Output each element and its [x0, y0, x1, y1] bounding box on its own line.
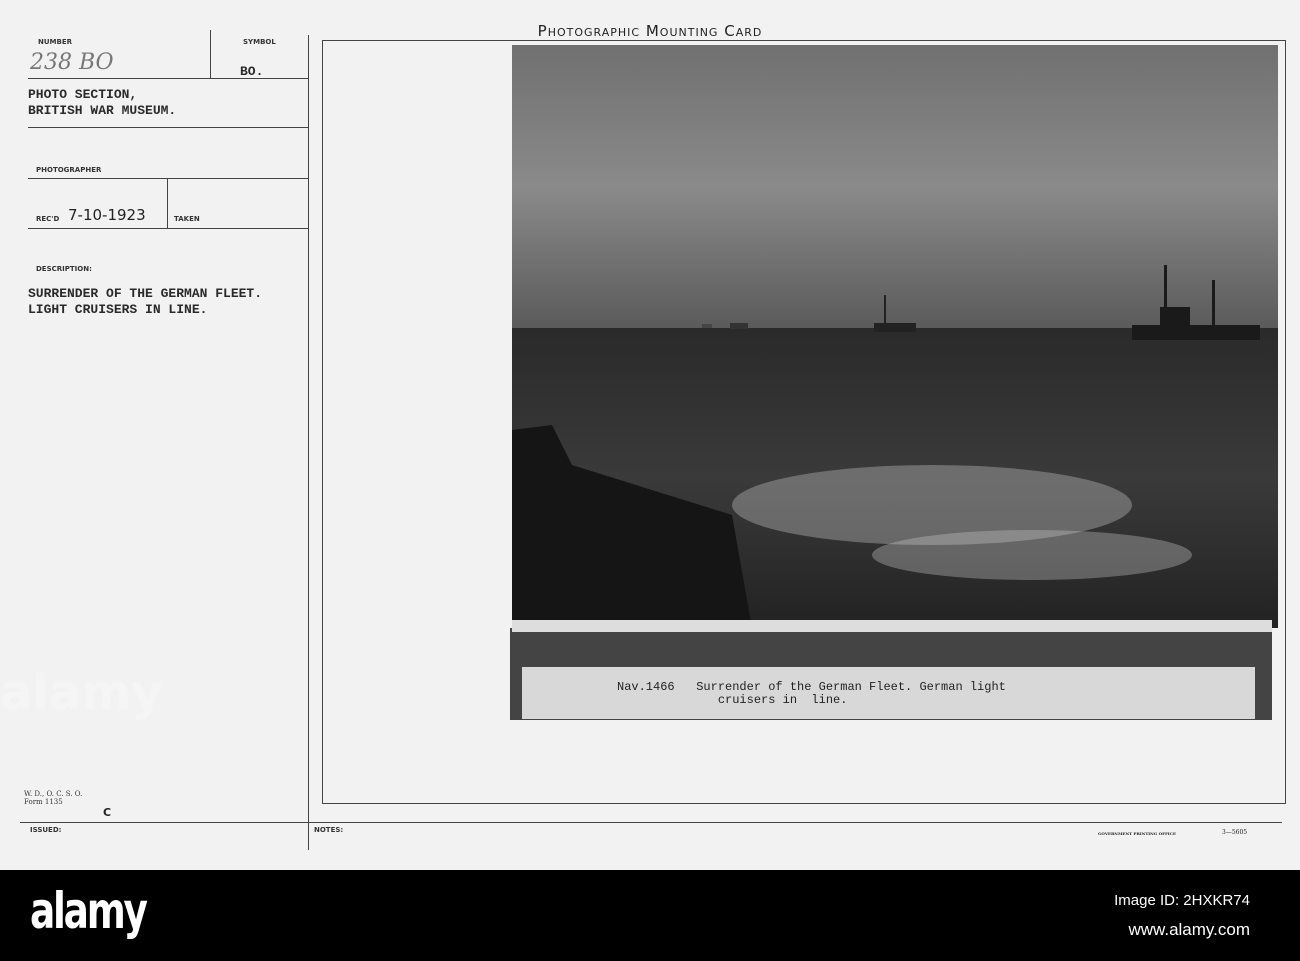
source-text: PHOTO SECTION, BRITISH WAR MUSEUM.	[28, 87, 177, 118]
description-label: DESCRIPTION:	[36, 265, 92, 273]
ships-at-sea-photo	[512, 45, 1278, 628]
number-value: 238 BO	[30, 50, 114, 75]
photograph	[512, 45, 1278, 628]
photo-caption: Nav.1466 Surrender of the German Fleet. …	[617, 680, 1006, 707]
recd-date: 7-10-1923	[68, 206, 146, 224]
form-number: W. D., O. C. S. O. Form 1135	[24, 790, 83, 806]
photographer-label: PHOTOGRAPHER	[36, 166, 102, 174]
issued-label: ISSUED:	[30, 826, 62, 834]
watermark: alamy	[0, 665, 163, 721]
image-id: Image ID: 2HXKR74	[1114, 892, 1250, 909]
recd-label: REC'D	[36, 215, 60, 223]
form-letter: C	[103, 806, 112, 819]
card-title: Photographic Mounting Card	[537, 22, 763, 40]
printer-code: 3—5605	[1222, 829, 1248, 836]
description-text: SURRENDER OF THE GERMAN FLEET. LIGHT CRU…	[28, 286, 263, 317]
alamy-url[interactable]: www.alamy.com	[1128, 920, 1250, 940]
symbol-label: SYMBOL	[243, 38, 276, 46]
taken-label: TAKEN	[174, 215, 200, 223]
alamy-logo: alamy	[30, 882, 148, 940]
caption-box: Nav.1466 Surrender of the German Fleet. …	[522, 667, 1255, 719]
notes-label: NOTES:	[314, 826, 344, 834]
printer-text: GOVERNMENT PRINTING OFFICE	[1098, 831, 1176, 836]
number-label: NUMBER	[38, 38, 73, 46]
footer-bar: alamy Image ID: 2HXKR74 www.alamy.com	[0, 870, 1300, 961]
